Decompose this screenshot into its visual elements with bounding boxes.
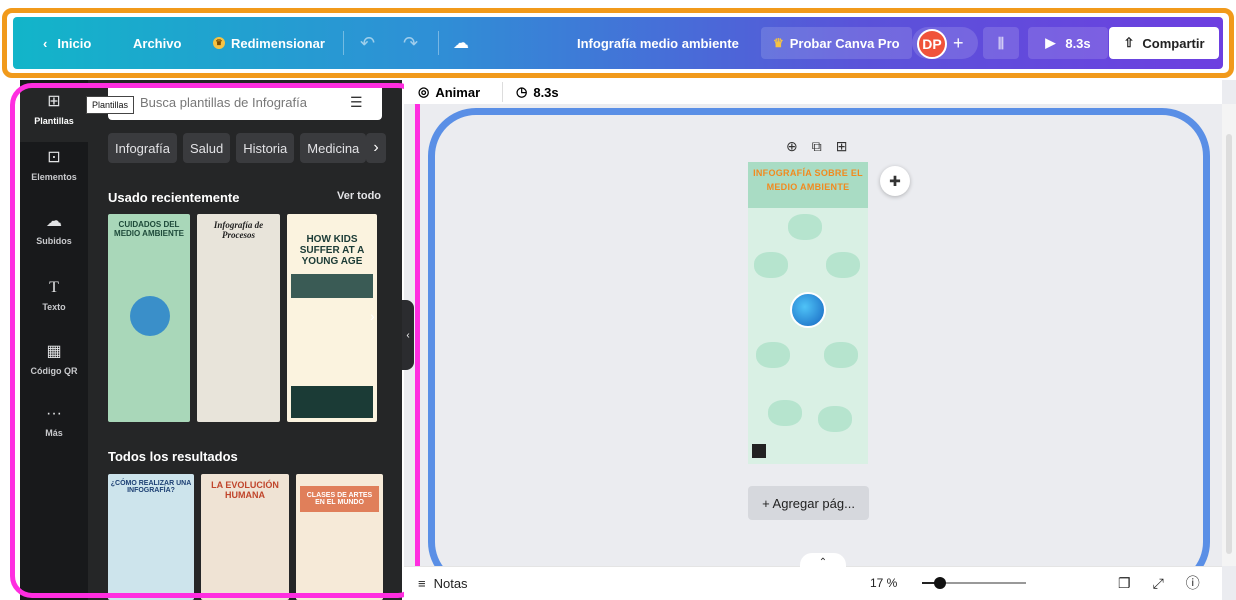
- clock-icon: ◷: [516, 84, 528, 99]
- animate-button[interactable]: ◎ Animar: [418, 80, 480, 104]
- bottom-bar: [404, 566, 1222, 600]
- top-toolbar: ‹ Inicio Archivo ♛ Redimensionar ↶ ↷ ☁ I…: [13, 17, 1223, 69]
- divider: [343, 31, 344, 55]
- help-icon[interactable]: ⓘ: [1186, 573, 1200, 593]
- pages-grid-icon[interactable]: ❐: [1118, 575, 1131, 592]
- zoom-slider-handle[interactable]: [933, 577, 946, 589]
- share-upload-icon: ⇧: [1123, 35, 1135, 50]
- share-label: Compartir: [1142, 35, 1205, 51]
- canva-editor: ‹ Inicio Archivo ♛ Redimensionar ↶ ↷ ☁ I…: [0, 0, 1236, 600]
- divider: [438, 31, 439, 55]
- show-pages-button[interactable]: ⌃: [800, 553, 846, 571]
- canvas-highlight-outline: [428, 108, 1210, 590]
- file-menu-button[interactable]: Archivo: [133, 17, 181, 69]
- resize-button[interactable]: ♛ Redimensionar: [213, 17, 325, 69]
- home-label: Inicio: [57, 35, 92, 51]
- crown-icon: ♛: [773, 36, 784, 50]
- crown-icon: ♛: [213, 37, 225, 49]
- plus-icon: +: [953, 32, 964, 53]
- try-pro-label: Probar Canva Pro: [789, 35, 900, 51]
- notes-button[interactable]: ≡ Notas: [418, 566, 468, 600]
- cloud-check-icon: ☁: [453, 35, 469, 52]
- undo-icon: ↶: [360, 32, 376, 53]
- sidebar-highlight-outline: [10, 83, 420, 598]
- avatar[interactable]: DP: [917, 29, 947, 59]
- share-button[interactable]: ⇧ Compartir: [1109, 27, 1219, 59]
- add-collaborator-button[interactable]: +: [953, 17, 964, 69]
- present-button[interactable]: ▶ 8.3s: [1028, 27, 1108, 59]
- vertical-scrollbar[interactable]: [1222, 104, 1236, 566]
- chevron-up-icon: ⌃: [818, 556, 828, 568]
- zoom-level[interactable]: 17 %: [870, 566, 897, 600]
- notes-label: Notas: [433, 575, 468, 591]
- view-controls: ❐ ⤢ ⓘ: [1118, 566, 1200, 600]
- scrollbar-thumb[interactable]: [1226, 134, 1232, 554]
- undo-button[interactable]: ↶: [360, 17, 375, 69]
- document-title[interactable]: Infografía medio ambiente: [577, 17, 739, 69]
- home-button[interactable]: ‹ Inicio: [43, 17, 91, 69]
- fullscreen-icon[interactable]: ⤢: [1153, 575, 1164, 592]
- redo-icon: ↷: [403, 32, 419, 53]
- resize-label: Redimensionar: [231, 35, 325, 51]
- tooltip: Plantillas: [86, 96, 135, 114]
- insights-button[interactable]: ⫼: [983, 27, 1019, 59]
- redo-button[interactable]: ↷: [403, 17, 418, 69]
- bar-chart-icon: ⫼: [997, 34, 1005, 51]
- duration-label: 8.3s: [533, 84, 559, 100]
- present-duration: 8.3s: [1065, 35, 1091, 51]
- animate-icon: ◎: [418, 84, 430, 99]
- notes-icon: ≡: [418, 575, 426, 591]
- animate-label: Animar: [435, 84, 481, 100]
- try-pro-button[interactable]: ♛ Probar Canva Pro: [761, 27, 912, 59]
- divider: [502, 82, 503, 102]
- save-status-button[interactable]: ☁: [453, 17, 469, 69]
- play-icon: ▶: [1045, 35, 1056, 50]
- duration-button[interactable]: ◷ 8.3s: [516, 80, 559, 104]
- chevron-left-icon: ‹: [43, 35, 48, 51]
